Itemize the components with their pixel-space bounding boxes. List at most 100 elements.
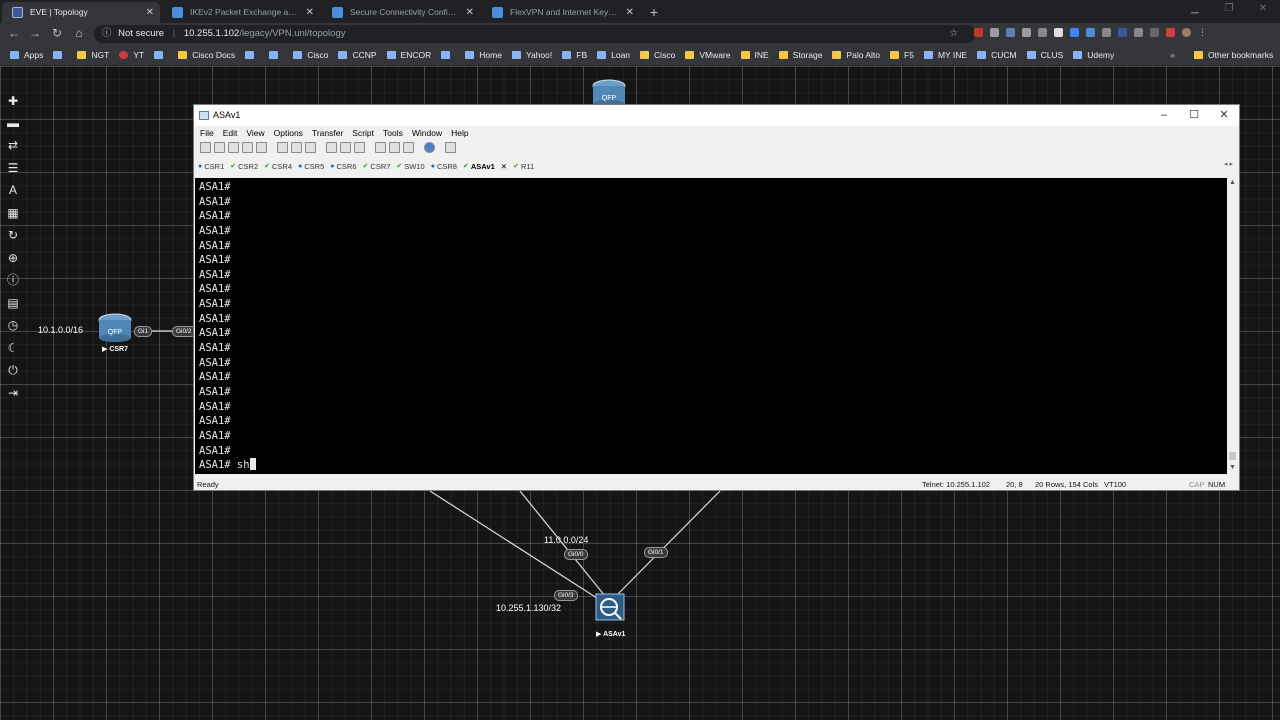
terminal-scrollbar[interactable]: ▲ ▼: [1227, 178, 1238, 474]
other-bookmarks-button[interactable]: Other bookmarks: [1194, 50, 1273, 60]
quick-connect-icon[interactable]: [214, 142, 225, 153]
list-icon[interactable]: ☰: [6, 161, 20, 175]
crt-title-bar[interactable]: ASAv1 – ☐ ✕: [194, 105, 1239, 126]
menu-icon[interactable]: ⋮: [1198, 28, 1207, 37]
bookmark-item[interactable]: [53, 51, 67, 59]
sftp-icon[interactable]: [445, 142, 456, 153]
close-tab-icon[interactable]: ✕: [306, 2, 314, 23]
scroll-thumb[interactable]: [1229, 452, 1236, 460]
networks-icon[interactable]: ⇄: [6, 138, 20, 152]
bookmark-item[interactable]: ENCOR: [386, 50, 431, 60]
close-tab-icon[interactable]: ✕: [466, 2, 474, 23]
menu-item-transfer[interactable]: Transfer: [312, 126, 343, 140]
extension-icon[interactable]: [1022, 28, 1031, 37]
menu-item-options[interactable]: Options: [274, 126, 303, 140]
profile-avatar[interactable]: [1182, 28, 1191, 37]
bookmark-item[interactable]: YT: [119, 50, 144, 60]
extension-icon[interactable]: [1150, 28, 1159, 37]
browser-tab-ikev2[interactable]: IKEv2 Packet Exchange and Proto ✕: [162, 2, 320, 23]
bookmark-item[interactable]: CLUS: [1026, 50, 1063, 60]
clock-icon[interactable]: ◷: [6, 318, 20, 332]
info-icon[interactable]: ⓘ: [6, 273, 20, 287]
extension-icon[interactable]: [1134, 28, 1143, 37]
extension-icon[interactable]: [1054, 28, 1063, 37]
zoom-icon[interactable]: ⊕: [6, 251, 20, 265]
extension-icon[interactable]: [1006, 28, 1015, 37]
bookmark-item[interactable]: Cisco Docs: [178, 50, 235, 60]
bookmark-item[interactable]: VMware: [685, 50, 731, 60]
connect-tab-icon[interactable]: [228, 142, 239, 153]
session-tab-csr1[interactable]: ● CSR1: [198, 160, 224, 174]
menu-item-file[interactable]: File: [200, 126, 214, 140]
grid-icon[interactable]: ▦: [6, 206, 20, 220]
nodes-icon[interactable]: ▬: [6, 116, 20, 130]
extension-icon[interactable]: [1166, 28, 1175, 37]
bookmark-item[interactable]: FB: [562, 50, 587, 60]
more-bookmarks-button[interactable]: »: [1170, 50, 1175, 60]
session-tab-r11[interactable]: ✔ R11: [513, 160, 534, 174]
forward-icon[interactable]: →: [27, 26, 43, 40]
terminal-output[interactable]: ASA1# ASA1# ASA1# ASA1# ASA1# ASA1# ASA1# ASA1#…: [195, 178, 1227, 474]
scroll-up-icon[interactable]: ▲: [1229, 179, 1236, 186]
browser-tab-flexvpn[interactable]: FlexVPN and Internet Key Exchan ✕: [482, 2, 640, 23]
back-icon[interactable]: ←: [6, 26, 22, 40]
logout-icon[interactable]: ⇥: [6, 386, 20, 400]
extension-icon[interactable]: [1086, 28, 1095, 37]
extension-icon[interactable]: [1102, 28, 1111, 37]
reconnect-icon[interactable]: [242, 142, 253, 153]
reload-icon[interactable]: ↻: [49, 26, 65, 40]
menu-item-help[interactable]: Help: [451, 126, 468, 140]
bookmark-item[interactable]: Yahoo!: [511, 50, 552, 60]
maximize-icon[interactable]: ☐: [1179, 105, 1209, 126]
extension-icon[interactable]: [974, 28, 983, 37]
refresh-icon[interactable]: ↻: [6, 228, 20, 242]
bookmark-item[interactable]: F5: [890, 50, 914, 60]
bookmark-item[interactable]: Cisco: [293, 50, 328, 60]
asav1-label[interactable]: ▶ ASAv1: [596, 630, 625, 638]
minimize-icon[interactable]: –: [1149, 105, 1179, 126]
close-icon[interactable]: ✕: [1246, 0, 1280, 20]
bookmark-item[interactable]: CCNP: [338, 50, 377, 60]
menu-item-view[interactable]: View: [246, 126, 264, 140]
session-tab-asav1[interactable]: ✔ ASAv1 ✕: [463, 160, 507, 174]
close-tab-icon[interactable]: ✕: [146, 2, 154, 23]
session-tab-csr5[interactable]: ● CSR5: [298, 160, 324, 174]
extension-icon[interactable]: [1038, 28, 1047, 37]
csr7-label[interactable]: ▶ CSR7: [102, 345, 128, 353]
minimize-icon[interactable]: ▁: [1178, 0, 1212, 20]
menu-item-script[interactable]: Script: [352, 126, 374, 140]
menu-item-edit[interactable]: Edit: [223, 126, 238, 140]
bookmark-item[interactable]: MY INE: [923, 50, 967, 60]
bookmark-item[interactable]: Apps: [10, 50, 43, 60]
paste-icon[interactable]: [291, 142, 302, 153]
session-tab-csr4[interactable]: ✔ CSR4: [264, 160, 292, 174]
text-icon[interactable]: A: [6, 183, 20, 197]
disconnect-icon[interactable]: [256, 142, 267, 153]
session-tab-csr2[interactable]: ✔ CSR2: [230, 160, 258, 174]
bookmark-item[interactable]: Storage: [778, 50, 822, 60]
extension-icon[interactable]: [1118, 28, 1127, 37]
help-icon[interactable]: [424, 142, 435, 153]
find-icon[interactable]: [305, 142, 316, 153]
session-options-icon[interactable]: [375, 142, 386, 153]
extension-icon[interactable]: [1070, 28, 1079, 37]
bookmark-item[interactable]: [245, 51, 259, 59]
new-tab-button[interactable]: +: [644, 2, 664, 23]
session-tab-sw10[interactable]: ✔ SW10: [396, 160, 424, 174]
session-tab-csr7[interactable]: ✔ CSR7: [363, 160, 391, 174]
keymap-icon[interactable]: [403, 142, 414, 153]
connect-icon[interactable]: [200, 142, 211, 153]
extension-icon[interactable]: [990, 28, 999, 37]
bookmark-item[interactable]: Palo Alto: [832, 50, 880, 60]
tab-scroll-icon[interactable]: ◂ ▸: [1224, 160, 1233, 168]
bookmark-item[interactable]: Loan: [597, 50, 630, 60]
session-tab-csr6[interactable]: ● CSR6: [330, 160, 356, 174]
bookmark-item[interactable]: Home: [465, 50, 502, 60]
info-icon[interactable]: ⓘ: [102, 28, 112, 39]
close-tab-icon[interactable]: ✕: [626, 2, 634, 23]
bookmark-item[interactable]: [154, 51, 168, 59]
menu-item-tools[interactable]: Tools: [383, 126, 403, 140]
bookmark-item[interactable]: Udemy: [1073, 50, 1114, 60]
home-icon[interactable]: ⌂: [71, 26, 87, 40]
bookmark-item[interactable]: NGT: [77, 50, 109, 60]
